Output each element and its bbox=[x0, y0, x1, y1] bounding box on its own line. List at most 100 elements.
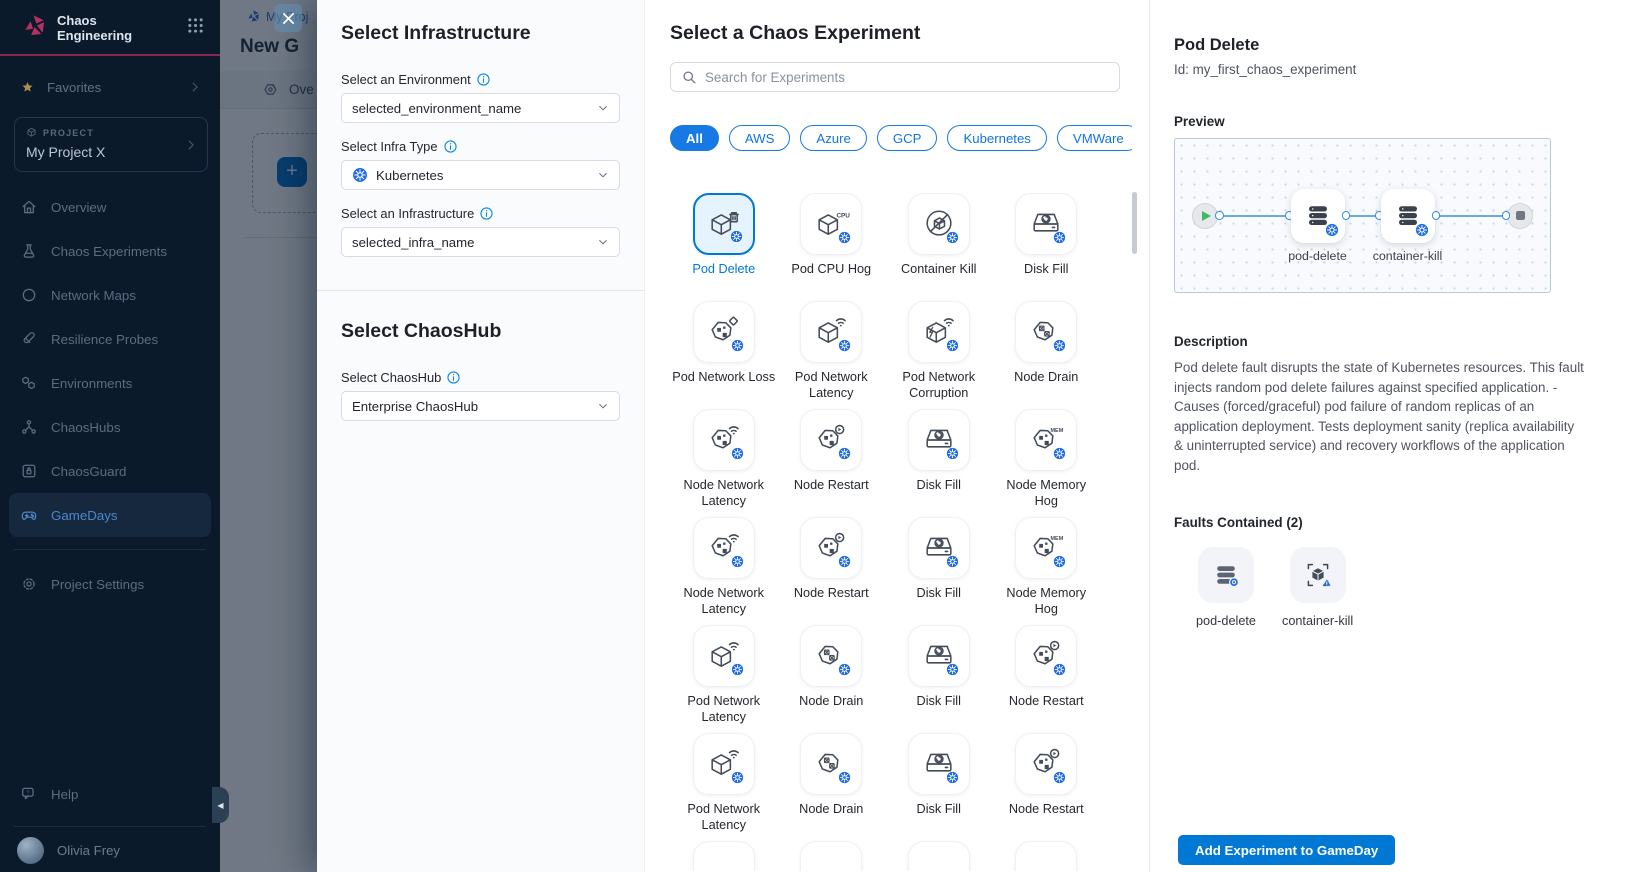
info-icon[interactable] bbox=[477, 73, 490, 86]
add-experiment-to-gameday-button[interactable]: Add Experiment to GameDay bbox=[1178, 835, 1395, 865]
pipeline-node-container-kill[interactable]: container-kill bbox=[1381, 189, 1435, 243]
scrollbar-thumb[interactable] bbox=[1132, 192, 1137, 254]
experiment-card-box[interactable] bbox=[800, 301, 862, 363]
sidebar-item-network-maps[interactable]: Network Maps bbox=[9, 273, 211, 317]
sidebar-item-overview[interactable]: Overview bbox=[9, 185, 211, 229]
filter-pill-vmware[interactable]: VMWare bbox=[1057, 125, 1132, 151]
help-icon: ? bbox=[20, 785, 38, 803]
sidebar-item-resilience-probes[interactable]: Resilience Probes bbox=[9, 317, 211, 361]
experiment-card-box[interactable] bbox=[1015, 625, 1077, 687]
project-selector[interactable]: PROJECT My Project X bbox=[14, 117, 208, 172]
filter-pill-aws[interactable]: AWS bbox=[729, 125, 791, 151]
experiment-card-box[interactable] bbox=[1015, 841, 1077, 871]
experiment-card-box[interactable] bbox=[693, 841, 755, 871]
experiment-card-box[interactable] bbox=[908, 193, 970, 255]
experiment-card-node-drain[interactable]: Node Drain bbox=[778, 733, 886, 841]
sidebar-item-project-settings[interactable]: Project Settings bbox=[9, 562, 211, 606]
fault-item-pod-delete[interactable]: pod-delete bbox=[1196, 547, 1256, 628]
experiment-card-box[interactable]: CPU bbox=[800, 193, 862, 255]
experiment-card-disk-fill[interactable]: Disk Fill bbox=[885, 409, 993, 517]
experiment-card[interactable] bbox=[993, 841, 1101, 871]
environment-select[interactable]: selected_environment_name bbox=[341, 93, 620, 123]
experiment-card-disk-fill[interactable]: Disk Fill bbox=[885, 733, 993, 841]
experiment-card-disk-fill[interactable]: Disk Fill bbox=[885, 625, 993, 733]
experiment-card-node-drain[interactable]: Node Drain bbox=[778, 625, 886, 733]
grid-menu-icon[interactable] bbox=[187, 17, 204, 34]
experiment-card-pod-network-loss[interactable]: Pod Network Loss bbox=[670, 301, 778, 409]
experiment-card-box[interactable] bbox=[693, 409, 755, 471]
info-icon[interactable] bbox=[447, 371, 460, 384]
experiment-card-disk-fill[interactable]: Disk Fill bbox=[885, 517, 993, 625]
svg-text:CPU: CPU bbox=[837, 213, 851, 220]
experiment-search[interactable] bbox=[670, 62, 1120, 92]
fault-item-container-kill[interactable]: container-kill bbox=[1282, 547, 1353, 628]
experiment-card-node-drain[interactable]: Node Drain bbox=[993, 301, 1101, 409]
infrastructure-select[interactable]: selected_infra_name bbox=[341, 227, 620, 257]
field-label: Select an Infrastructure bbox=[341, 206, 620, 221]
experiment-card-node-memory-hog[interactable]: MEMNode Memory Hog bbox=[993, 409, 1101, 517]
sidebar-collapse-handle[interactable]: ◀ bbox=[212, 787, 229, 823]
sidebar-item-chaoshubs[interactable]: ChaosHubs bbox=[9, 405, 211, 449]
chaoshub-select[interactable]: Enterprise ChaosHub bbox=[341, 391, 620, 421]
sidebar-item-environments[interactable]: Environments bbox=[9, 361, 211, 405]
experiment-card-pod-network-latency[interactable]: Pod Network Latency bbox=[670, 733, 778, 841]
experiment-card-box[interactable] bbox=[1015, 193, 1077, 255]
experiment-card-box[interactable] bbox=[693, 517, 755, 579]
experiment-card-node-restart[interactable]: Node Restart bbox=[778, 517, 886, 625]
info-icon[interactable] bbox=[444, 140, 457, 153]
experiment-card-box[interactable] bbox=[693, 625, 755, 687]
sidebar-item-label: GameDays bbox=[51, 508, 118, 523]
experiment-card-box[interactable] bbox=[800, 625, 862, 687]
filter-pill-azure[interactable]: Azure bbox=[800, 125, 866, 151]
experiment-card-box[interactable] bbox=[908, 841, 970, 871]
experiment-card-box[interactable] bbox=[908, 733, 970, 795]
filter-pill-kubernetes[interactable]: Kubernetes bbox=[947, 125, 1046, 151]
filter-pill-all[interactable]: All bbox=[670, 125, 719, 151]
sidebar-item-gamedays[interactable]: GameDays bbox=[9, 493, 211, 537]
experiment-card-box[interactable] bbox=[908, 409, 970, 471]
experiment-card-pod-cpu-hog[interactable]: CPUPod CPU Hog bbox=[778, 193, 886, 301]
experiment-card-box[interactable] bbox=[1015, 301, 1077, 363]
experiment-card-node-restart[interactable]: Node Restart bbox=[993, 625, 1101, 733]
user-menu[interactable]: Olivia Frey bbox=[0, 827, 220, 872]
sidebar-item-help[interactable]: ? Help bbox=[0, 772, 220, 816]
experiment-card-node-memory-hog[interactable]: MEMNode Memory Hog bbox=[993, 517, 1101, 625]
experiment-card-node-restart[interactable]: Node Restart bbox=[993, 733, 1101, 841]
experiment-card-pod-delete[interactable]: Pod Delete bbox=[670, 193, 778, 301]
experiment-card-box[interactable] bbox=[693, 301, 755, 363]
info-icon[interactable] bbox=[480, 207, 493, 220]
experiment-card-box[interactable] bbox=[800, 409, 862, 471]
experiment-card-disk-fill[interactable]: Disk Fill bbox=[993, 193, 1101, 301]
experiment-card-box[interactable] bbox=[693, 733, 755, 795]
experiment-card-pod-network-latency[interactable]: Pod Network Latency bbox=[778, 301, 886, 409]
infrastructure-label: Select an Infrastructure bbox=[341, 206, 474, 221]
experiment-card-node-restart[interactable]: Node Restart bbox=[778, 409, 886, 517]
search-input[interactable] bbox=[705, 70, 1108, 85]
filter-pill-gcp[interactable]: GCP bbox=[877, 125, 938, 151]
experiment-card[interactable] bbox=[885, 841, 993, 871]
experiment-card[interactable] bbox=[778, 841, 886, 871]
experiment-card-box[interactable]: MEM bbox=[1015, 517, 1077, 579]
experiment-card-container-kill[interactable]: Container Kill bbox=[885, 193, 993, 301]
sidebar-item-chaos-experiments[interactable]: Chaos Experiments bbox=[9, 229, 211, 273]
experiment-card-box[interactable] bbox=[908, 517, 970, 579]
sidebar-item-chaosguard[interactable]: ChaosGuard bbox=[9, 449, 211, 493]
experiment-card-box[interactable] bbox=[1015, 733, 1077, 795]
experiment-card-box[interactable] bbox=[800, 841, 862, 871]
probe-icon bbox=[20, 330, 38, 348]
experiment-card-box[interactable] bbox=[908, 625, 970, 687]
experiment-card-box[interactable] bbox=[800, 733, 862, 795]
experiment-card-pod-network-latency[interactable]: Pod Network Latency bbox=[670, 625, 778, 733]
experiment-card[interactable] bbox=[670, 841, 778, 871]
close-icon[interactable] bbox=[274, 4, 302, 32]
infra-type-select[interactable]: Kubernetes bbox=[341, 160, 620, 190]
experiment-card-node-network-latency[interactable]: Node Network Latency bbox=[670, 409, 778, 517]
experiment-card-box[interactable] bbox=[693, 193, 755, 255]
experiment-card-box[interactable] bbox=[800, 517, 862, 579]
experiment-card-box[interactable] bbox=[908, 301, 970, 363]
experiment-card-node-network-latency[interactable]: Node Network Latency bbox=[670, 517, 778, 625]
sidebar-item-favorites[interactable]: Favorites bbox=[0, 74, 220, 100]
pipeline-node-pod-delete[interactable]: pod-delete bbox=[1291, 189, 1345, 243]
experiment-card-pod-network-corruption[interactable]: Pod Network Corruption bbox=[885, 301, 993, 409]
experiment-card-box[interactable]: MEM bbox=[1015, 409, 1077, 471]
